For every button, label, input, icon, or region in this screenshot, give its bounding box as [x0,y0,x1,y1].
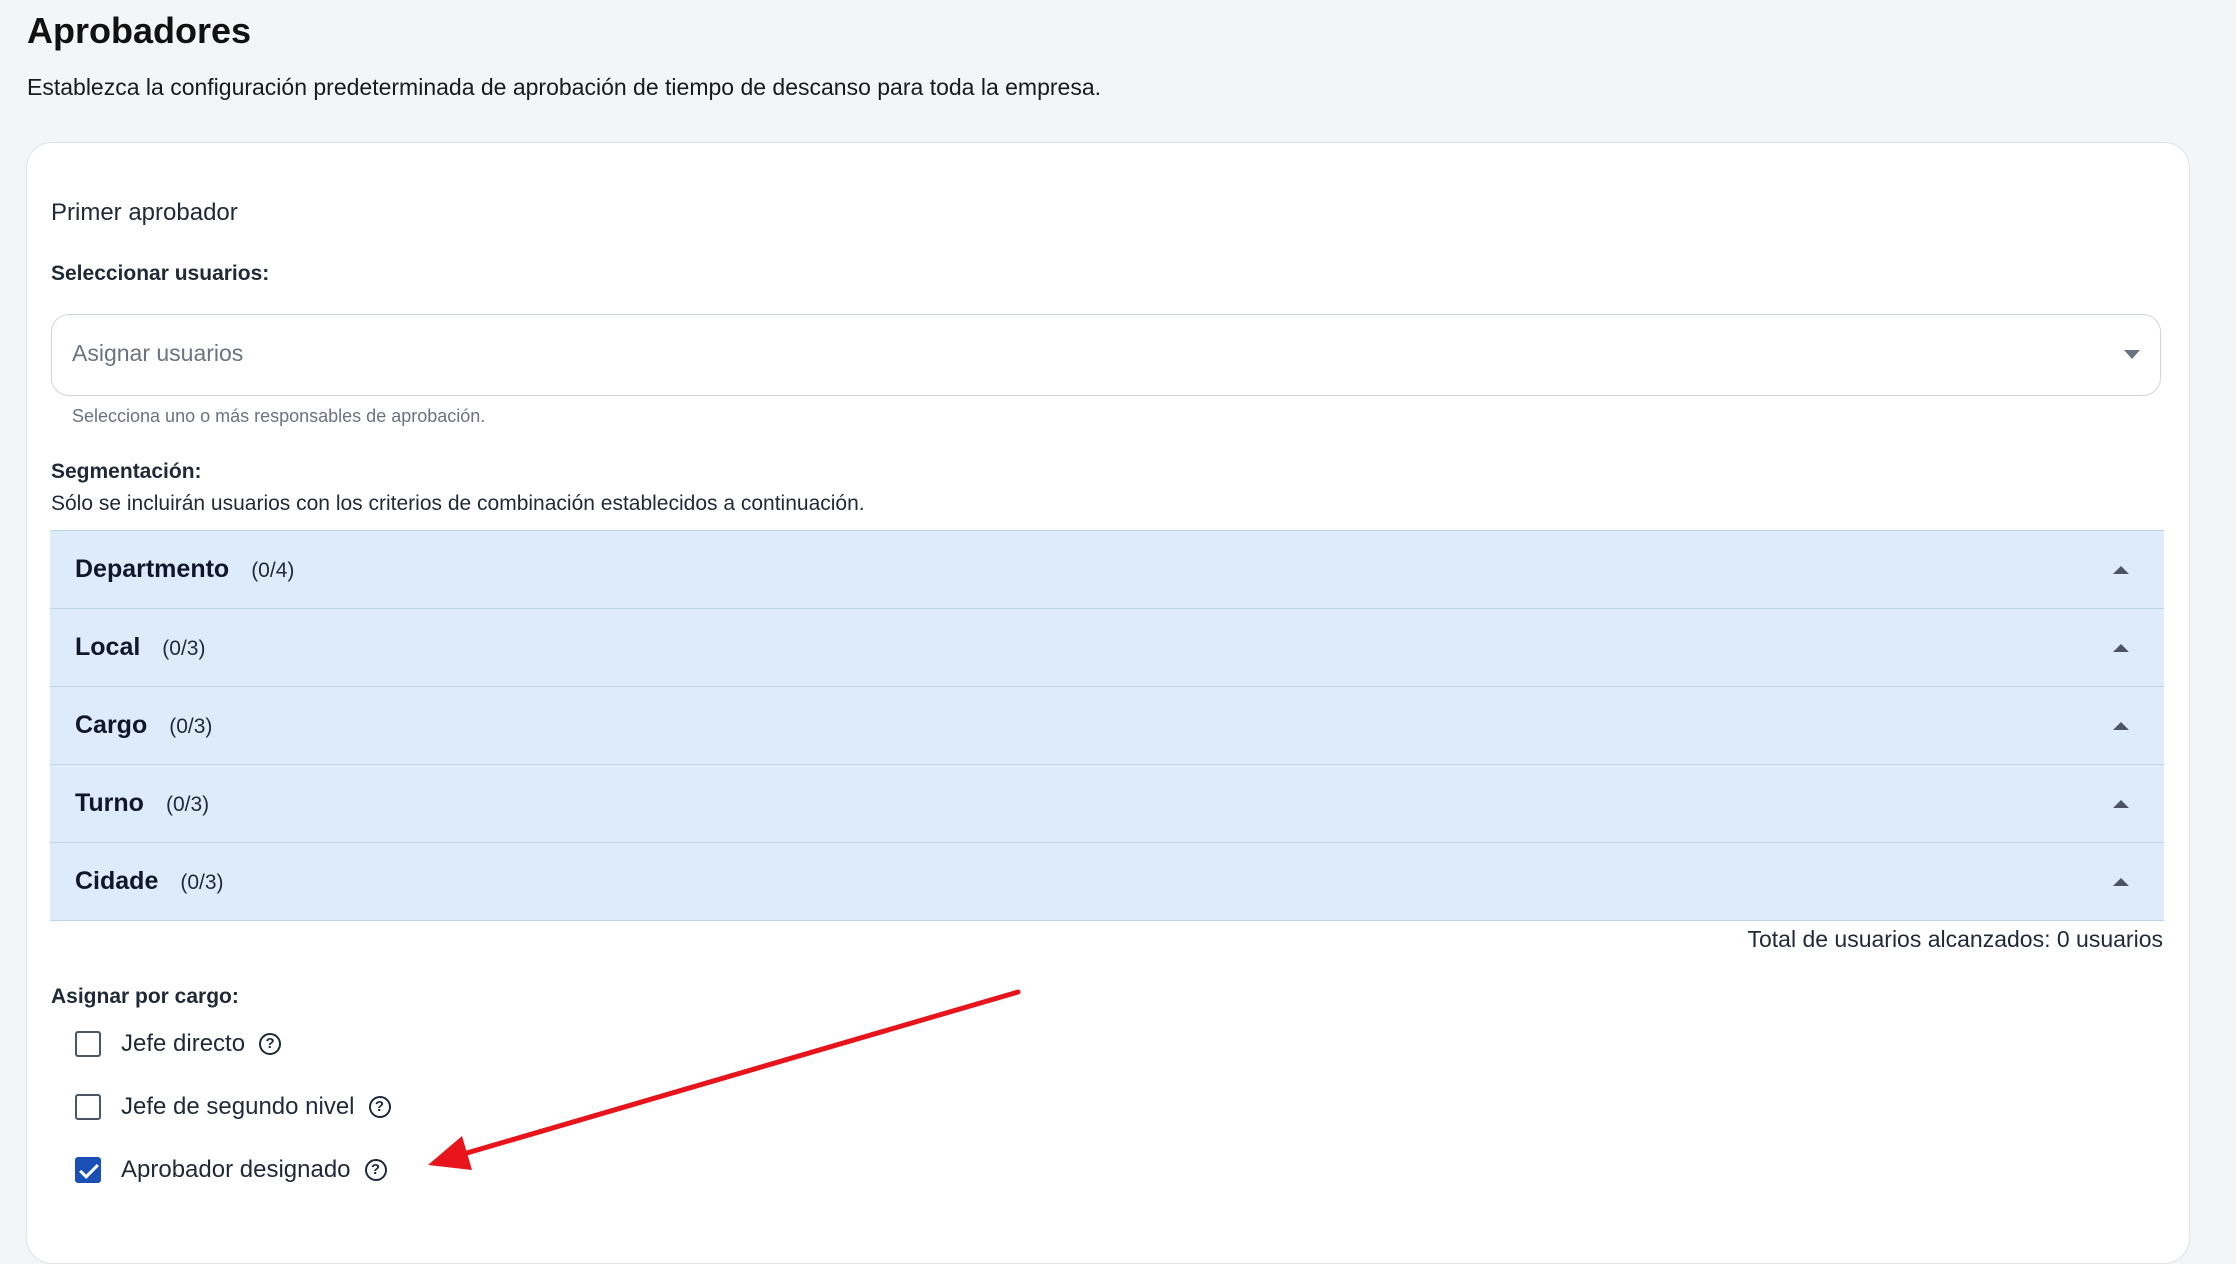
annotation-arrow-icon [428,989,1021,1170]
